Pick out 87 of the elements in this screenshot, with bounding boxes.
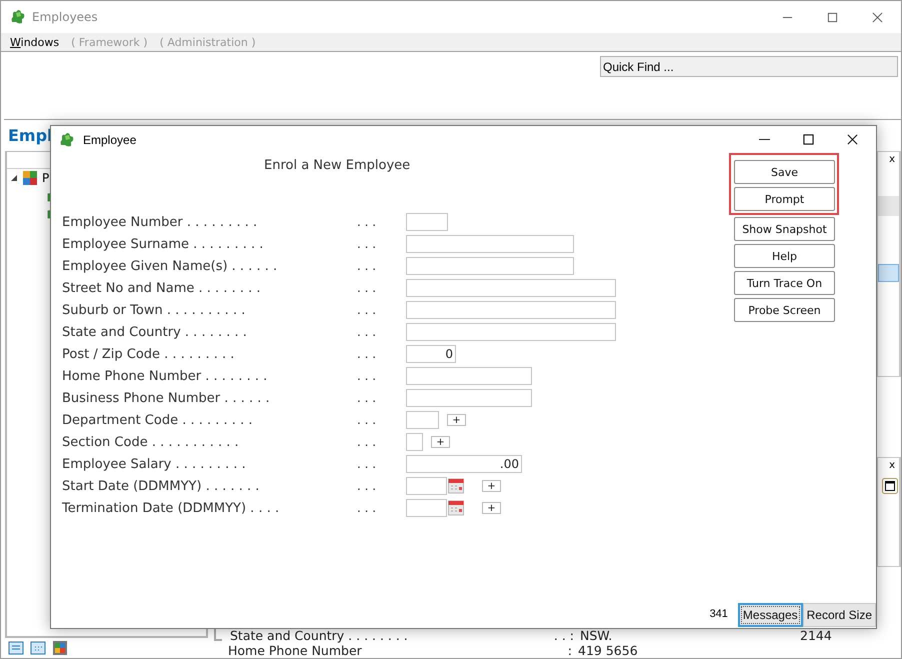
list-row[interactable]	[878, 264, 899, 282]
close-icon[interactable]	[872, 12, 883, 22]
expand-icon[interactable]	[10, 174, 18, 182]
lookup-button[interactable]: +	[431, 436, 450, 448]
window-icon[interactable]	[882, 478, 898, 494]
field-value: NSW.	[580, 629, 614, 643]
leader-text: . . .	[357, 215, 378, 229]
leader-text: . . .	[357, 347, 378, 361]
text-field[interactable]	[406, 499, 447, 517]
field-label: Street No and Name . . . . . . . .	[62, 280, 262, 296]
text-field[interactable]	[406, 389, 532, 407]
field-value: 2144	[800, 629, 832, 643]
quick-find-field[interactable]: Quick Find ...	[600, 56, 898, 77]
text-field[interactable]	[406, 279, 616, 297]
action-button[interactable]: Turn Trace On	[734, 271, 835, 295]
footer-tab[interactable]: Record Size	[802, 603, 876, 627]
action-button[interactable]: Show Snapshot	[734, 217, 835, 241]
field-label: Start Date (DDMMYY) . . . . . . .	[62, 478, 260, 494]
leader-text: . . .	[357, 479, 378, 493]
grid-view-icon[interactable]	[30, 640, 46, 656]
field-label: State and Country . . . . . . . .	[62, 324, 248, 340]
text-field[interactable]	[406, 433, 423, 451]
leader-text: . . .	[357, 281, 378, 295]
tree-view-icon[interactable]	[8, 640, 24, 656]
text-field[interactable]	[406, 367, 532, 385]
leader-text: . . .	[357, 501, 378, 515]
field-label: Employee Number . . . . . . . . .	[62, 214, 258, 230]
tiles-icon[interactable]	[52, 640, 68, 656]
app-icon	[10, 9, 26, 25]
text-field[interactable]: .00	[406, 455, 522, 473]
field-label: Post / Zip Code . . . . . . . . .	[62, 346, 236, 362]
puzzle-icon	[22, 170, 38, 186]
panel-close-button[interactable]: x	[878, 458, 899, 474]
action-button[interactable]: Probe Screen	[734, 298, 835, 322]
section-heading: Empl	[8, 126, 53, 145]
field-label: Home Phone Number . . . . . . . .	[62, 368, 268, 384]
leader-text: . . .	[357, 259, 378, 273]
leader-text: . . .	[357, 237, 378, 251]
text-field[interactable]	[406, 235, 574, 253]
leader-text: . . .	[357, 457, 378, 471]
close-icon[interactable]	[847, 134, 858, 145]
text-field[interactable]	[406, 301, 616, 319]
panel-header	[878, 196, 899, 216]
footer-tab[interactable]: Messages	[738, 603, 803, 627]
text-field[interactable]	[406, 411, 439, 429]
action-button[interactable]: Prompt	[734, 187, 835, 211]
dialog-title: Employee	[83, 132, 136, 146]
field-value: 419 5656	[578, 644, 639, 658]
leader-text: . . .	[357, 369, 378, 383]
leader-text: :	[566, 644, 573, 658]
text-field[interactable]	[406, 213, 448, 231]
lookup-button[interactable]: +	[447, 414, 466, 426]
panel-close-button[interactable]: x	[878, 152, 899, 168]
window-title: Employees	[32, 10, 98, 24]
text-field[interactable]	[406, 257, 574, 275]
leader-text: . . .	[357, 435, 378, 449]
field-label: Business Phone Number . . . . . .	[62, 390, 271, 406]
text-field[interactable]	[406, 477, 447, 495]
maximize-icon[interactable]	[803, 134, 814, 145]
leader-text: . . .	[357, 413, 378, 427]
calendar-icon[interactable]	[448, 500, 464, 516]
field-label: State and Country . . . . . . . .	[230, 629, 409, 643]
lookup-button[interactable]: +	[482, 502, 501, 514]
lookup-button[interactable]: +	[482, 480, 501, 492]
leader-text: . . .	[357, 325, 378, 339]
field-label: Department Code . . . . . . . . .	[62, 412, 254, 428]
form-heading: Enrol a New Employee	[263, 157, 412, 175]
maximize-icon[interactable]	[827, 12, 838, 22]
action-button[interactable]: Save	[734, 160, 835, 184]
leader-text: . . .	[357, 303, 378, 317]
menu-item[interactable]: Windows	[10, 36, 60, 48]
calendar-icon[interactable]	[448, 478, 464, 494]
field-label: Termination Date (DDMMYY) . . . .	[62, 500, 280, 516]
text-field[interactable]	[406, 323, 616, 341]
field-label: Home Phone Number	[228, 644, 363, 658]
action-button[interactable]: Help	[734, 244, 835, 268]
field-label: Section Code . . . . . . . . . . .	[62, 434, 240, 450]
field-label: Employee Given Name(s) . . . . . .	[62, 258, 278, 274]
field-label: Suburb or Town . . . . . . . . . .	[62, 302, 246, 318]
record-counter: 341	[710, 608, 728, 620]
leader-text: . . .	[357, 391, 378, 405]
app-icon	[59, 132, 75, 148]
field-label: Employee Surname . . . . . . . . .	[62, 236, 264, 252]
leader-text: . . :	[552, 629, 575, 643]
field-label: Employee Salary . . . . . . . . .	[62, 456, 247, 472]
tree-item[interactable]: P	[42, 171, 50, 185]
text-field[interactable]: 0	[406, 345, 456, 363]
